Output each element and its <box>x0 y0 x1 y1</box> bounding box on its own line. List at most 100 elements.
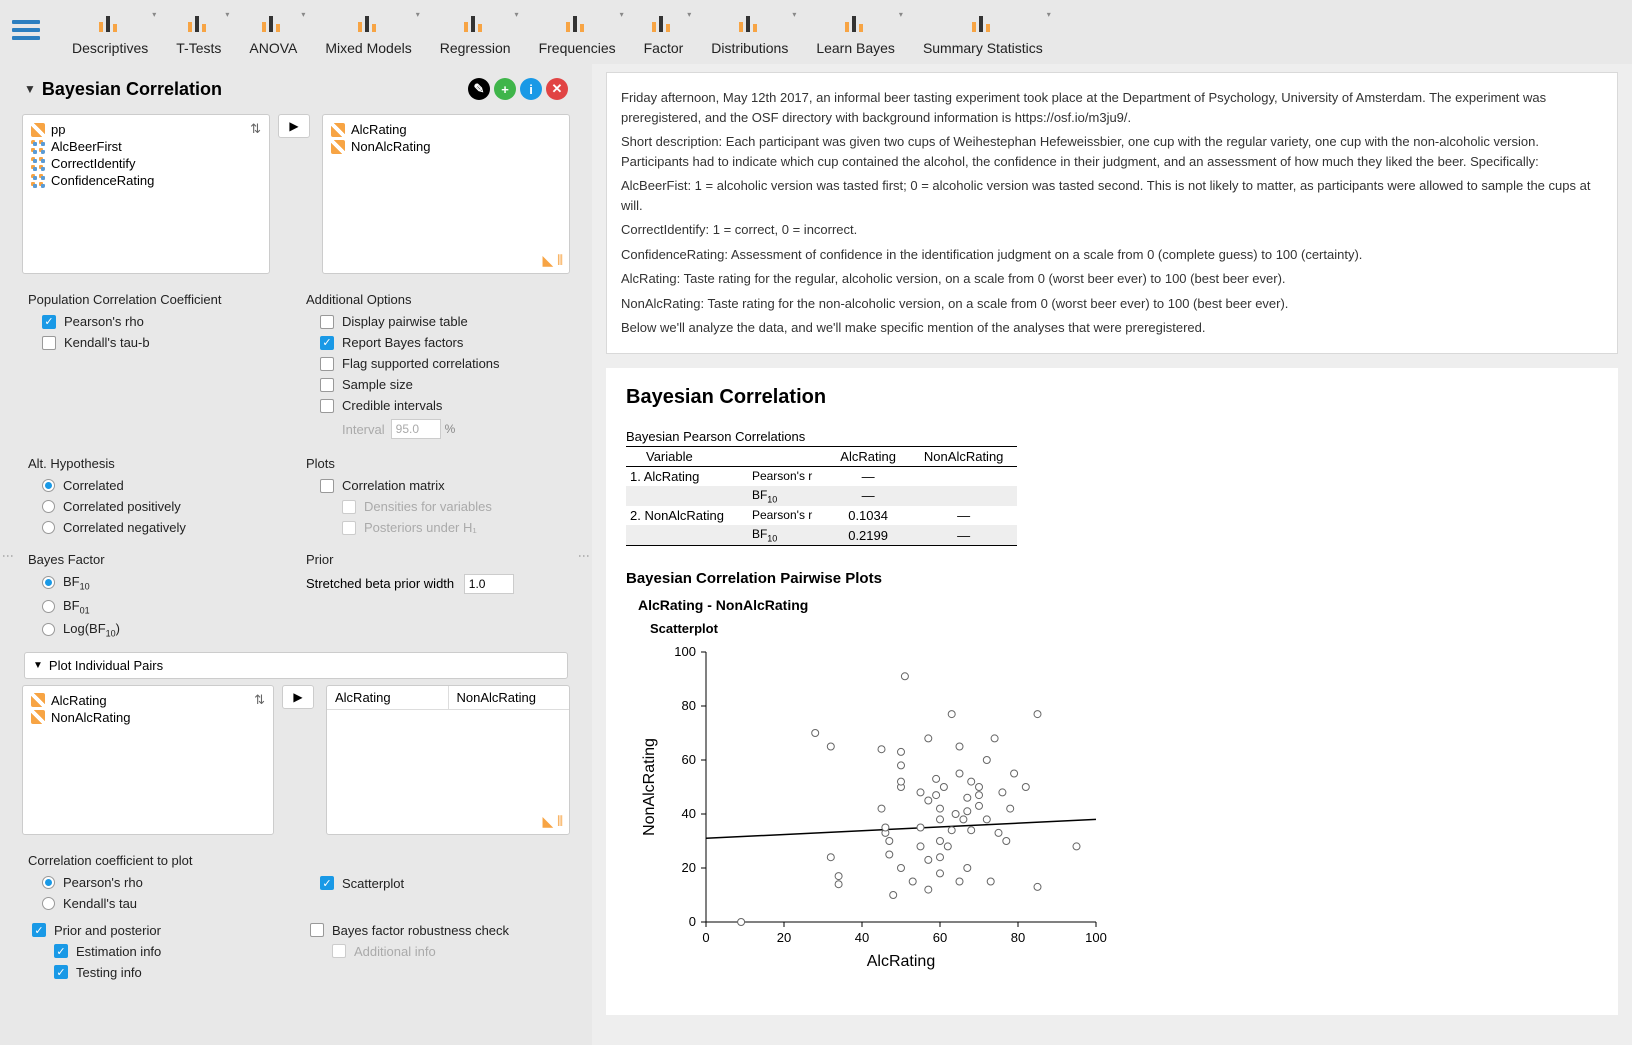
analysis-title: Bayesian Correlation <box>42 79 464 100</box>
top-ribbon: ▾Descriptives▾T-Tests▾ANOVA▾Mixed Models… <box>0 0 1632 64</box>
logbf-radio[interactable]: Log(BF10) <box>28 618 286 642</box>
description-box: Friday afternoon, May 12th 2017, an info… <box>606 72 1618 354</box>
svg-text:100: 100 <box>1085 930 1107 945</box>
results-panel: Friday afternoon, May 12th 2017, an info… <box>592 64 1632 1045</box>
ribbon-summary-statistics[interactable]: ▾Summary Statistics <box>909 6 1057 64</box>
alt-negative-radio[interactable]: Correlated negatively <box>28 517 286 538</box>
options-panel: ▼ Bayesian Correlation ✎ + i ✕ ⇅ ppAlcBe… <box>16 64 576 1045</box>
ribbon-learn-bayes[interactable]: ▾Learn Bayes <box>802 6 909 64</box>
var-confidencerating[interactable]: ConfidenceRating <box>27 172 265 189</box>
kendall-checkbox[interactable]: Kendall's tau-b <box>28 332 286 353</box>
est-info-checkbox[interactable]: ✓Estimation info <box>28 941 286 962</box>
interval-input-row: Interval 95.0 % <box>306 416 564 442</box>
pearson-checkbox[interactable]: ✓Pearson's rho <box>28 311 286 332</box>
left-side-handle[interactable]: ⋮ <box>0 64 16 1045</box>
pair-subtitle: AlcRating - NonAlcRating <box>638 597 1598 613</box>
flag-checkbox[interactable]: Flag supported correlations <box>306 353 564 374</box>
test-info-checkbox[interactable]: ✓Testing info <box>28 962 286 983</box>
svg-text:AlcRating: AlcRating <box>867 953 935 970</box>
svg-text:80: 80 <box>682 698 696 713</box>
sample-checkbox[interactable]: Sample size <box>306 374 564 395</box>
plot-kendall-radio[interactable]: Kendall's tau <box>28 893 286 914</box>
svg-text:NonAlcRating: NonAlcRating <box>641 738 658 836</box>
source-variables-box[interactable]: ⇅ ppAlcBeerFirstCorrectIdentifyConfidenc… <box>22 114 270 274</box>
add-info-checkbox: Additional info <box>306 941 564 962</box>
svg-text:0: 0 <box>689 914 696 929</box>
credible-checkbox[interactable]: Credible intervals <box>306 395 564 416</box>
pair-col-1: AlcRating <box>327 686 449 709</box>
assign-pair-button[interactable]: ▶ <box>282 685 314 709</box>
additional-heading: Additional Options <box>306 292 564 307</box>
bf10-radio[interactable]: BF10 <box>28 571 286 595</box>
scatter-plot: 0 20 40 60 80 100 0 20 40 60 80 100 AlcRating NonAlcR… <box>636 642 1116 972</box>
ribbon-descriptives[interactable]: ▾Descriptives <box>58 6 162 64</box>
report-bf-checkbox[interactable]: ✓Report Bayes factors <box>306 332 564 353</box>
hamburger-icon[interactable] <box>12 16 40 44</box>
var-nonalcrating[interactable]: NonAlcRating <box>327 138 565 155</box>
posteriors-checkbox: Posteriors under H₁ <box>306 517 564 538</box>
prior-input[interactable]: 1.0 <box>464 574 514 594</box>
svg-text:40: 40 <box>682 806 696 821</box>
ribbon-factor[interactable]: ▾Factor <box>630 6 698 64</box>
info-button[interactable]: i <box>520 78 542 100</box>
results-title: Bayesian Correlation <box>626 386 1598 409</box>
svg-text:100: 100 <box>674 644 696 659</box>
densities-checkbox: Densities for variables <box>306 496 564 517</box>
svg-text:40: 40 <box>855 930 869 945</box>
svg-text:80: 80 <box>1011 930 1025 945</box>
var-correctidentify[interactable]: CorrectIdentify <box>27 155 265 172</box>
prior-post-checkbox[interactable]: ✓Prior and posterior <box>28 920 286 941</box>
results-content: Bayesian Correlation Bayesian Pearson Co… <box>606 368 1618 1016</box>
svg-text:0: 0 <box>702 930 709 945</box>
corrmat-checkbox[interactable]: Correlation matrix <box>306 475 564 496</box>
prior-label: Stretched beta prior width <box>306 576 454 591</box>
var-alcrating[interactable]: AlcRating <box>27 692 269 709</box>
type-hint-icon: ◣ ⫴ <box>542 252 563 269</box>
sort-icon[interactable]: ⇅ <box>254 692 265 708</box>
ribbon-anova[interactable]: ▾ANOVA <box>235 6 311 64</box>
var-alcbeerfirst[interactable]: AlcBeerFirst <box>27 138 265 155</box>
ribbon-mixed-models[interactable]: ▾Mixed Models <box>311 6 425 64</box>
pair-source-box[interactable]: ⇅ AlcRatingNonAlcRating <box>22 685 274 835</box>
type-hint-icon: ◣ ⫴ <box>542 813 563 830</box>
alt-positive-radio[interactable]: Correlated positively <box>28 496 286 517</box>
mid-side-handle[interactable]: ⋮ <box>576 64 592 1045</box>
target-variables-box[interactable]: ◣ ⫴ AlcRatingNonAlcRating <box>322 114 570 274</box>
scatter-title: Scatterplot <box>650 621 1598 636</box>
pairwise-checkbox[interactable]: Display pairwise table <box>306 311 564 332</box>
correlation-table: Variable AlcRatingNonAlcRating 1. AlcRat… <box>626 446 1017 547</box>
alt-correlated-radio[interactable]: Correlated <box>28 475 286 496</box>
svg-text:20: 20 <box>777 930 791 945</box>
alt-hyp-heading: Alt. Hypothesis <box>28 456 286 471</box>
assign-button[interactable]: ▶ <box>278 114 310 138</box>
ribbon-regression[interactable]: ▾Regression <box>426 6 525 64</box>
collapse-icon[interactable]: ▼ <box>24 82 36 96</box>
pair-target-box[interactable]: AlcRating NonAlcRating ◣ ⫴ <box>326 685 570 835</box>
ribbon-t-tests[interactable]: ▾T-Tests <box>162 6 235 64</box>
var-pp[interactable]: pp <box>27 121 265 138</box>
bf01-radio[interactable]: BF01 <box>28 595 286 619</box>
edit-button[interactable]: ✎ <box>468 78 490 100</box>
plot-pearson-radio[interactable]: Pearson's rho <box>28 872 286 893</box>
svg-text:60: 60 <box>682 752 696 767</box>
var-alcrating[interactable]: AlcRating <box>327 121 565 138</box>
pair-col-2: NonAlcRating <box>449 686 570 709</box>
svg-text:20: 20 <box>682 860 696 875</box>
ribbon-distributions[interactable]: ▾Distributions <box>697 6 802 64</box>
pairwise-title: Bayesian Correlation Pairwise Plots <box>626 570 1598 587</box>
coef-plot-heading: Correlation coefficient to plot <box>28 853 286 868</box>
add-button[interactable]: + <box>494 78 516 100</box>
prior-heading: Prior <box>306 552 564 567</box>
ribbon-frequencies[interactable]: ▾Frequencies <box>525 6 630 64</box>
var-nonalcrating[interactable]: NonAlcRating <box>27 709 269 726</box>
table-title: Bayesian Pearson Correlations <box>626 429 1598 444</box>
scatter-checkbox[interactable]: ✓Scatterplot <box>306 873 564 894</box>
interval-input[interactable]: 95.0 <box>391 419 441 439</box>
svg-text:60: 60 <box>933 930 947 945</box>
bf-heading: Bayes Factor <box>28 552 286 567</box>
sort-icon[interactable]: ⇅ <box>250 121 261 137</box>
close-button[interactable]: ✕ <box>546 78 568 100</box>
plot-pairs-section[interactable]: ▼Plot Individual Pairs <box>24 652 568 679</box>
bf-robust-checkbox[interactable]: Bayes factor robustness check <box>306 920 564 941</box>
plots-heading: Plots <box>306 456 564 471</box>
